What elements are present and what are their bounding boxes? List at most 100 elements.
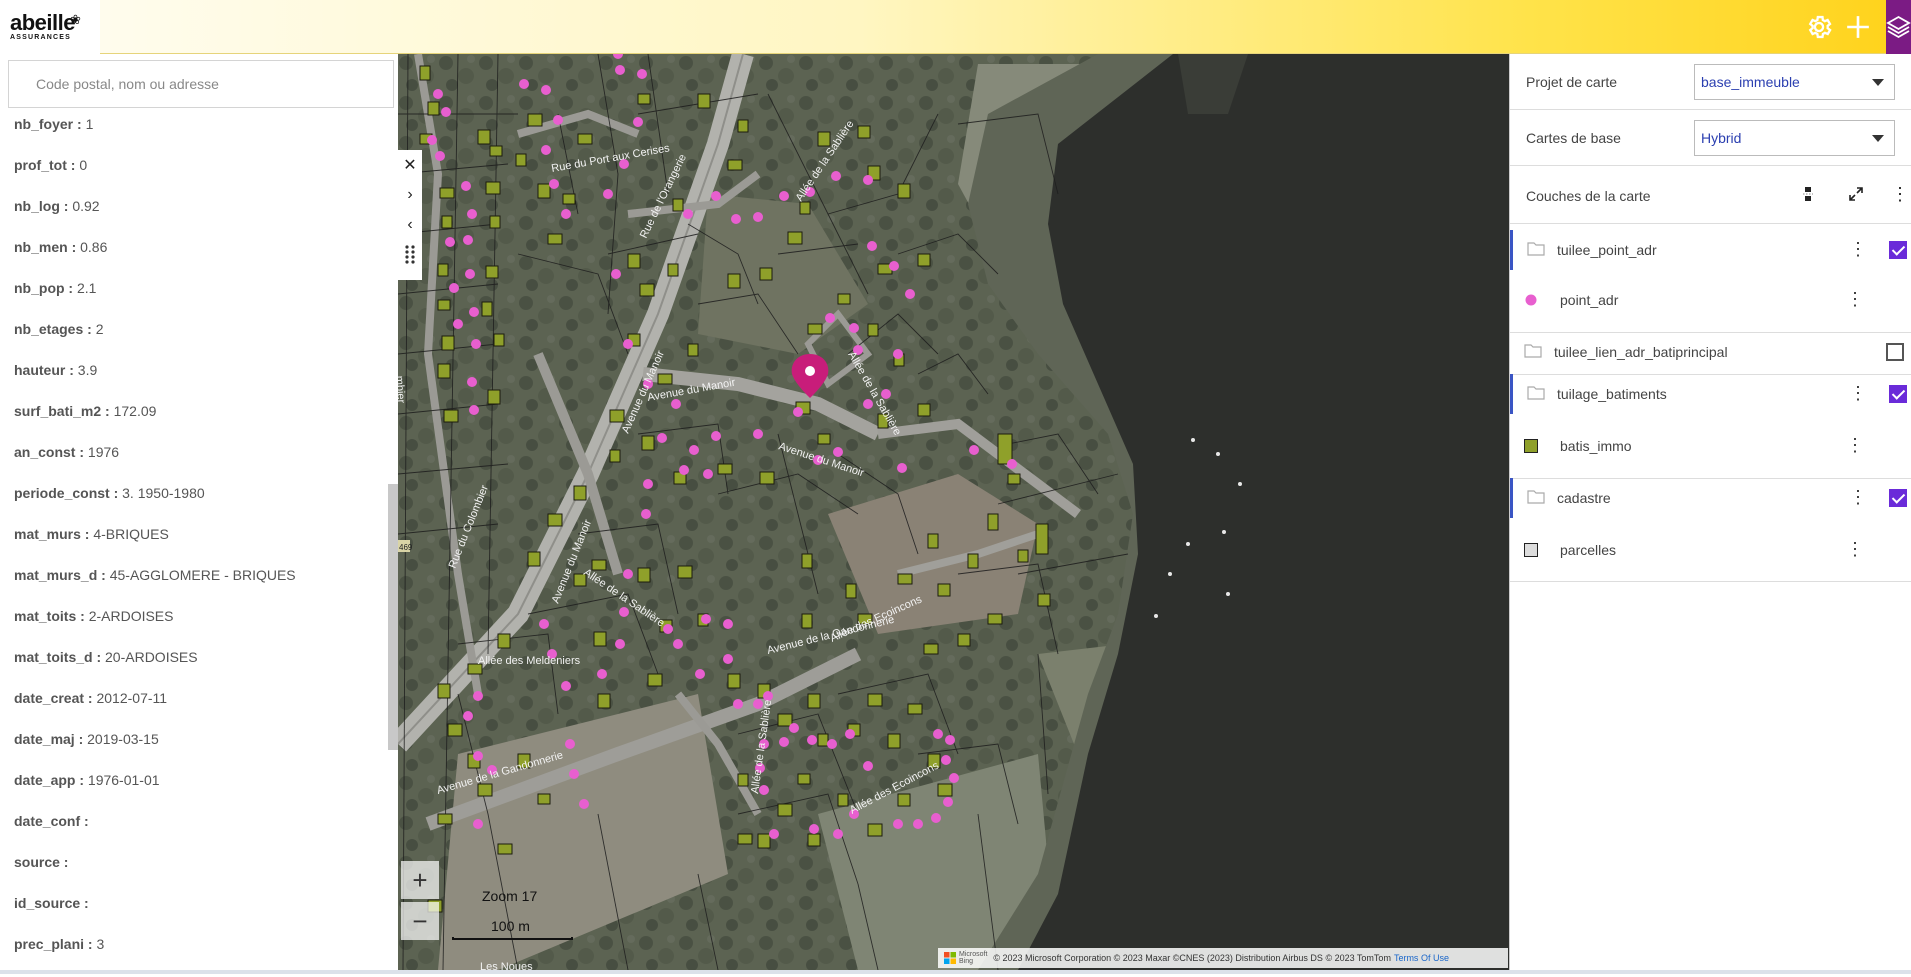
collapse-all-icon[interactable]	[1796, 182, 1820, 206]
attribute-value: 4-BRIQUES	[93, 526, 169, 542]
attribute-value: 3	[96, 936, 105, 952]
projet-row: Projet de carte base_immeuble	[1510, 54, 1911, 110]
attribute-key: source :	[14, 854, 69, 870]
attribute-row: mat_toits_d : 20-ARDOISES	[14, 649, 384, 690]
projet-label: Projet de carte	[1526, 74, 1618, 90]
layer-point-adr[interactable]: point_adr ⋮	[1510, 280, 1911, 320]
attribute-key: periode_const :	[14, 485, 119, 501]
map-attribution: Microsoft Bing © 2023 Microsoft Corporati…	[938, 948, 1508, 968]
scrollbar-thumb[interactable]	[388, 484, 398, 750]
layer-name: tuilage_batiments	[1557, 386, 1667, 402]
attribute-value: 2	[95, 321, 104, 337]
layer-menu-icon[interactable]: ⋮	[1846, 288, 1864, 312]
attribute-key: nb_pop :	[14, 280, 74, 296]
attribute-key: id_source :	[14, 895, 89, 911]
attribute-key: nb_log :	[14, 198, 69, 214]
svg-text:Allée des Meldeniers: Allée des Meldeniers	[478, 655, 581, 667]
chevron-down-icon	[1872, 135, 1884, 142]
layer-menu-icon[interactable]: ⋮	[1849, 382, 1867, 406]
layer-parcelles[interactable]: parcelles ⋮	[1510, 530, 1911, 570]
layer-menu-icon[interactable]: ⋮	[1849, 238, 1867, 262]
base-map-select-value: Hybrid	[1701, 130, 1742, 146]
chevron-left-icon[interactable]: ‹	[398, 210, 422, 240]
layer-name: parcelles	[1560, 542, 1617, 558]
zoom-out-button[interactable]: −	[401, 902, 439, 940]
layer-group-cadastre[interactable]: cadastre ⋮	[1510, 478, 1911, 518]
terms-of-use-link[interactable]: Terms Of Use	[1394, 953, 1449, 963]
attribute-row: periode_const : 3. 1950-1980	[14, 485, 384, 526]
layer-group-tuilee-lien-adr-batiprincipal[interactable]: tuilee_lien_adr_batiprincipal	[1510, 332, 1911, 372]
close-icon[interactable]: ✕	[398, 150, 422, 180]
chevron-down-icon	[1872, 79, 1884, 86]
layer-name: point_adr	[1560, 292, 1619, 308]
svg-text:469: 469	[399, 543, 413, 552]
chevron-right-icon[interactable]: ›	[398, 180, 422, 210]
projet-select-value: base_immeuble	[1701, 74, 1800, 90]
attribute-key: an_const :	[14, 444, 85, 460]
abeille-logo[interactable]: abeille ASSURANCES ❀	[0, 0, 100, 54]
svg-text:mbier: mbier	[398, 375, 407, 404]
satellite-map[interactable]: Rue du Port aux Cerises Rue de l'Oranger…	[398, 54, 1509, 970]
map-view[interactable]: Rue du Port aux Cerises Rue de l'Oranger…	[398, 54, 1509, 970]
base-map-row: Cartes de base Hybrid	[1510, 110, 1911, 166]
drag-handle-icon[interactable]	[398, 240, 422, 270]
layer-group-tuilee-point-adr[interactable]: tuilee_point_adr ⋮	[1510, 230, 1911, 270]
settings-gear-icon[interactable]	[1803, 11, 1835, 43]
zoom-in-button[interactable]: +	[401, 861, 439, 899]
fill-symbol-icon	[1524, 543, 1538, 557]
attribute-key: mat_toits_d :	[14, 649, 102, 665]
attribute-key: date_app :	[14, 772, 85, 788]
attribute-value: 2012-07-11	[96, 690, 168, 706]
attribute-row: an_const : 1976	[14, 444, 384, 485]
attribute-value: 172.09	[113, 403, 157, 419]
layer-menu-icon[interactable]: ⋮	[1846, 538, 1864, 562]
layers-panel-icon[interactable]	[1886, 0, 1911, 54]
attribute-row: date_app : 1976-01-01	[14, 772, 384, 813]
zoom-controls: + −	[401, 861, 439, 941]
attribute-value: 2-ARDOISES	[88, 608, 174, 624]
attribute-value: 2.1	[77, 280, 97, 296]
svg-text:Les Noues: Les Noues	[480, 961, 533, 970]
scale-bar	[452, 937, 573, 940]
layer-name: cadastre	[1557, 490, 1611, 506]
point-symbol-icon	[1525, 294, 1537, 306]
attribute-row: date_conf :	[14, 813, 384, 854]
layer-visibility-checkbox[interactable]	[1889, 385, 1907, 403]
folder-icon	[1524, 344, 1542, 358]
attribute-value: 1976	[87, 444, 120, 460]
logo-tagline: ASSURANCES	[10, 33, 72, 41]
base-map-select[interactable]: Hybrid	[1694, 120, 1895, 156]
attribution-text: © 2023 Microsoft Corporation © 2023 Maxa…	[993, 953, 1391, 963]
attribute-key: date_creat :	[14, 690, 93, 706]
search-input[interactable]	[8, 60, 394, 108]
zoom-level-label: Zoom 17	[482, 888, 538, 904]
attribute-row: nb_etages : 2	[14, 321, 384, 362]
layer-menu-icon[interactable]: ⋮	[1846, 434, 1864, 458]
attribute-list: nb_foyer : 1 prof_tot : 0 nb_log : 0.92 nb_…	[14, 116, 384, 977]
attribute-key: surf_bati_m2 :	[14, 403, 110, 419]
more-options-icon[interactable]: ⋮	[1888, 182, 1911, 206]
add-plus-icon[interactable]	[1842, 11, 1874, 43]
attribute-row: id_source :	[14, 895, 384, 936]
layer-visibility-checkbox[interactable]	[1889, 489, 1907, 507]
attribute-row: date_creat : 2012-07-11	[14, 690, 384, 731]
bee-icon: ❀	[70, 12, 81, 27]
map-side-toolbar: ✕ › ‹	[398, 150, 422, 280]
attribute-value: 1	[85, 116, 94, 132]
attribute-row: hauteur : 3.9	[14, 362, 384, 403]
folder-icon	[1527, 386, 1545, 400]
scale-label: 100 m	[491, 918, 530, 934]
layer-name: tuilee_lien_adr_batiprincipal	[1554, 344, 1728, 360]
attribute-value: 0.86	[80, 239, 108, 255]
projet-select[interactable]: base_immeuble	[1694, 64, 1895, 100]
attribute-row: source :	[14, 854, 384, 895]
attribute-row: nb_log : 0.92	[14, 198, 384, 239]
attribute-key: mat_toits :	[14, 608, 85, 624]
attribute-key: nb_foyer :	[14, 116, 82, 132]
layer-visibility-checkbox[interactable]	[1889, 241, 1907, 259]
layer-visibility-checkbox[interactable]	[1886, 343, 1904, 361]
layer-menu-icon[interactable]: ⋮	[1849, 486, 1867, 510]
layer-group-tuilage-batiments[interactable]: tuilage_batiments ⋮	[1510, 374, 1911, 414]
layer-batis-immo[interactable]: batis_immo ⋮	[1510, 426, 1911, 466]
expand-icon[interactable]	[1844, 182, 1868, 206]
